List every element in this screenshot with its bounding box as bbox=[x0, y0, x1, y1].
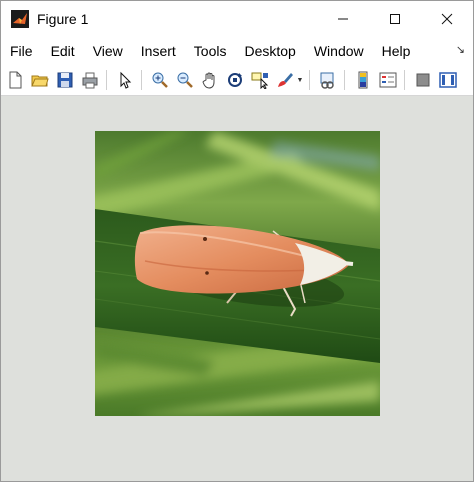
brush-icon[interactable] bbox=[274, 69, 296, 91]
brush-dropdown-icon[interactable]: ▼ bbox=[296, 69, 304, 91]
menu-tools[interactable]: Tools bbox=[185, 43, 236, 59]
minimize-button[interactable] bbox=[317, 1, 369, 37]
figure-canvas[interactable] bbox=[1, 96, 473, 481]
menu-desktop[interactable]: Desktop bbox=[235, 43, 304, 59]
menu-help[interactable]: Help bbox=[373, 43, 420, 59]
toolbar-separator bbox=[404, 70, 405, 90]
window-controls bbox=[317, 1, 473, 37]
dock-figure-icon[interactable]: ↘ bbox=[456, 43, 465, 56]
toolbar-separator bbox=[141, 70, 142, 90]
figure-window: Figure 1 File Edit View Insert Tools Des… bbox=[0, 0, 474, 482]
edit-plot-arrow-icon[interactable] bbox=[114, 69, 136, 91]
new-figure-icon[interactable] bbox=[4, 69, 26, 91]
toolbar-separator bbox=[344, 70, 345, 90]
insert-legend-icon[interactable] bbox=[377, 69, 399, 91]
menu-bar: File Edit View Insert Tools Desktop Wind… bbox=[1, 39, 473, 63]
menu-window[interactable]: Window bbox=[305, 43, 373, 59]
toolbar-separator bbox=[106, 70, 107, 90]
open-file-icon[interactable] bbox=[29, 69, 51, 91]
figure-toolbar: ▼ bbox=[1, 65, 473, 96]
save-icon[interactable] bbox=[54, 69, 76, 91]
link-plot-icon[interactable] bbox=[317, 69, 339, 91]
menu-view[interactable]: View bbox=[84, 43, 132, 59]
maximize-button[interactable] bbox=[369, 1, 421, 37]
pan-hand-icon[interactable] bbox=[199, 69, 221, 91]
zoom-out-icon[interactable] bbox=[174, 69, 196, 91]
data-cursor-icon[interactable] bbox=[249, 69, 271, 91]
menu-insert[interactable]: Insert bbox=[132, 43, 185, 59]
window-title: Figure 1 bbox=[37, 11, 89, 27]
toolbar-separator bbox=[309, 70, 310, 90]
menu-file[interactable]: File bbox=[1, 43, 42, 59]
show-plot-tools-icon[interactable] bbox=[437, 69, 459, 91]
matlab-logo-icon bbox=[11, 10, 29, 28]
insert-colorbar-icon[interactable] bbox=[352, 69, 374, 91]
moth-photo-image bbox=[95, 131, 380, 416]
hide-plot-tools-icon[interactable] bbox=[412, 69, 434, 91]
menu-edit[interactable]: Edit bbox=[42, 43, 84, 59]
close-button[interactable] bbox=[421, 1, 473, 37]
title-bar: Figure 1 bbox=[1, 1, 473, 37]
print-icon[interactable] bbox=[79, 69, 101, 91]
zoom-in-icon[interactable] bbox=[149, 69, 171, 91]
rotate-3d-icon[interactable] bbox=[224, 69, 246, 91]
